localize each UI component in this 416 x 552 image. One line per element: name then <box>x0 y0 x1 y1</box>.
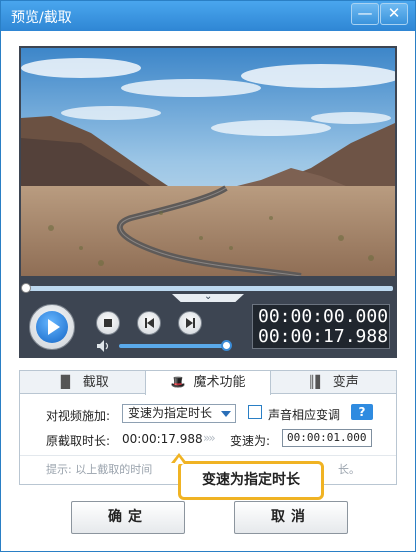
tab-magic[interactable]: 🎩 魔术功能 <box>145 371 271 395</box>
volume-icon[interactable] <box>97 340 111 352</box>
video-preview[interactable] <box>21 48 395 276</box>
play-icon <box>36 311 68 343</box>
chevron-down-icon[interactable]: ⌄ <box>204 291 212 302</box>
apply-effect-label: 对视频施加: <box>46 409 111 423</box>
close-button[interactable]: ✕ <box>380 3 408 25</box>
divider <box>20 455 396 456</box>
ok-button[interactable]: 确定 <box>71 501 185 534</box>
effect-select-value: 变速为指定时长 <box>128 406 213 420</box>
hint-text: 提示: 以上截取的时间 <box>46 463 153 476</box>
video-player: ⌄ 00:00:00.000 00:00:17.988 <box>19 46 397 358</box>
tab-voice-change[interactable]: ║▌ 变声 <box>271 371 396 394</box>
total-time: 00:00:17.988 <box>258 326 389 347</box>
previous-frame-button[interactable] <box>137 311 161 335</box>
tab-voice-change-label: 变声 <box>332 375 359 390</box>
help-button[interactable]: ? <box>351 404 373 420</box>
hint-text-end: 长。 <box>338 463 360 476</box>
current-time: 00:00:00.000 <box>258 306 389 327</box>
original-duration-label: 原截取时长: <box>46 434 111 448</box>
tab-magic-label: 魔术功能 <box>193 375 246 390</box>
volume-slider[interactable] <box>119 344 227 348</box>
minimize-button[interactable]: — <box>351 3 379 25</box>
pitch-change-checkbox[interactable] <box>248 405 262 419</box>
arrow-right-icon: »» <box>203 431 216 445</box>
target-duration-input[interactable]: 00:00:01.000 <box>282 429 372 447</box>
original-duration-value: 00:00:17.988 <box>122 432 203 446</box>
audio-wave-icon: ║▌ <box>308 375 325 389</box>
dropdown-arrow-icon <box>221 411 231 417</box>
title-bar[interactable]: 预览/截取 — ✕ <box>1 1 415 31</box>
crop-icon: ▐▌ <box>56 375 75 389</box>
cancel-button[interactable]: 取消 <box>234 501 348 534</box>
preview-crop-dialog: 预览/截取 — ✕ ⌄ 00:00:00.000 00:00:17.988 ▐▌… <box>0 0 416 552</box>
tab-crop-label: 截取 <box>82 375 109 390</box>
volume-handle[interactable] <box>221 340 232 351</box>
video-frame-image <box>21 48 395 276</box>
magic-icon: 🎩 <box>170 375 186 389</box>
effect-select[interactable]: 变速为指定时长 <box>122 404 236 423</box>
window-title: 预览/截取 <box>11 10 72 26</box>
tooltip-pointer-inner <box>174 457 184 464</box>
stop-button[interactable] <box>96 311 120 335</box>
speed-target-label: 变速为: <box>230 434 271 448</box>
next-frame-button[interactable] <box>178 311 202 335</box>
pitch-change-label[interactable]: 声音相应变调 <box>268 406 340 423</box>
tab-bar: ▐▌ 截取 🎩 魔术功能 ║▌ 变声 <box>20 371 396 395</box>
dropdown-option-popup[interactable]: 变速为指定时长 <box>178 461 324 500</box>
play-button[interactable] <box>29 304 75 350</box>
tab-crop[interactable]: ▐▌ 截取 <box>20 371 145 394</box>
seek-handle[interactable] <box>21 283 31 293</box>
time-display: 00:00:00.000 00:00:17.988 <box>252 304 390 349</box>
